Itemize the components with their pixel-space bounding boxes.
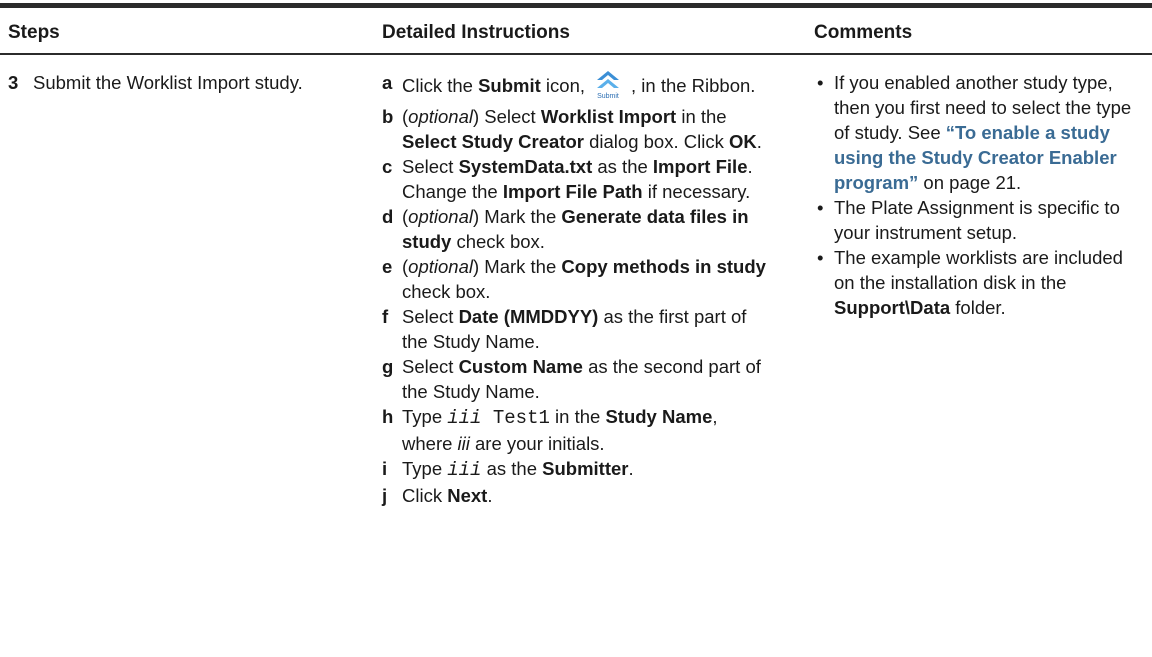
ui-term: Copy methods in study [561,256,766,277]
instruction-letter: d [382,206,394,227]
instruction-text: check box. [402,281,491,302]
comment-text: on page 21. [918,172,1022,193]
instruction-text: . [487,485,493,506]
instruction-i: i Type iii as the Submitter. [382,456,772,483]
step-text: Submit the Worklist Import study. [33,72,303,93]
instruction-letter: e [382,256,393,277]
instruction-text: Select [402,356,459,377]
instruction-text: ) Mark the [472,206,562,227]
placeholder-term: iii [457,433,470,454]
instruction-letter: f [382,306,389,327]
instruction-text: if necessary. [642,181,751,202]
code-placeholder: iii [447,459,482,481]
instruction-letter: a [382,72,393,93]
instruction-text: Click the [402,75,479,96]
ui-term: Submitter [542,458,629,479]
code-text: Test1 [481,407,550,429]
step-number: 3 [8,72,19,93]
ui-term-submit: Submit [478,75,541,96]
ui-term: Select Study Creator [402,131,584,152]
instruction-text: Click [402,485,448,506]
instruction-letter: i [382,458,388,479]
instruction-letter: c [382,156,393,177]
instruction-list: a Click the Submit icon, Submit, in the R… [382,70,772,508]
comment-item: • If you enabled another study type, the… [814,70,1134,195]
comments-list: • If you enabled another study type, the… [814,70,1134,320]
ui-term: Import File Path [502,181,643,202]
instruction-letter: j [382,485,388,506]
instruction-text: are your initials. [469,433,605,454]
ui-term: Study Name [605,406,713,427]
instruction-text: Type [402,406,448,427]
submit-icon-caption: Submit [597,93,619,100]
optional-label: optional [408,106,473,127]
header-steps: Steps [8,22,60,43]
instruction-h: h Type iii Test1 in the Study Name, wher… [382,404,772,456]
optional-label: optional [408,256,473,277]
submit-icon-graphic [597,71,619,88]
instruction-text: dialog box. Click [583,131,729,152]
instruction-letter: b [382,106,394,127]
header-detailed-instructions: Detailed Instructions [382,22,570,43]
instruction-text: as the [481,458,543,479]
instruction-g: g Select Custom Name as the second part … [382,354,772,404]
ui-term: Import File [652,156,748,177]
header-comments: Comments [814,22,913,43]
comment-text: The Plate Assignment is specific to your… [834,197,1120,243]
instruction-j: j Click Next. [382,483,772,508]
instruction-text: in the [549,406,606,427]
instruction-text: in the [676,106,727,127]
instruction-text: ) Select [472,106,541,127]
instruction-c: c Select SystemData.txt as the Import Fi… [382,154,772,204]
instruction-text: icon, [540,75,585,96]
instruction-f: f Select Date (MMDDYY) as the first part… [382,304,772,354]
comment-text: folder. [950,297,1006,318]
ui-term: Date (MMDDYY) [458,306,599,327]
header-rule [0,53,1152,55]
instruction-text: . [756,131,762,152]
instruction-b: b (optional) Select Worklist Import in t… [382,104,772,154]
instruction-d: d (optional) Mark the Generate data file… [382,204,772,254]
instruction-letter: h [382,406,394,427]
optional-label: optional [408,206,473,227]
ui-term: OK [728,131,757,152]
instruction-e: e (optional) Mark the Copy methods in st… [382,254,772,304]
code-placeholder: iii [447,407,482,429]
ui-term: SystemData.txt [458,156,593,177]
ui-term: Custom Name [458,356,583,377]
bullet: • [817,247,824,268]
ui-term: Next [447,485,488,506]
comment-text: The example worklists are included on th… [834,247,1123,293]
instruction-text: ) Mark the [472,256,562,277]
table-top-rule [0,3,1152,8]
ui-term: Worklist Import [540,106,677,127]
instruction-text: . [628,458,634,479]
comment-item: • The Plate Assignment is specific to yo… [814,195,1134,245]
instruction-a: a Click the Submit icon, Submit, in the R… [382,70,772,104]
instruction-text: as the [592,156,653,177]
submit-icon: Submit [591,70,625,104]
instruction-letter: g [382,356,394,377]
comment-item: • The example worklists are included on … [814,245,1134,320]
instruction-text: check box. [451,231,545,252]
instruction-text: , in the Ribbon. [631,75,756,96]
instruction-text: Select [402,306,459,327]
folder-path: Support\Data [834,297,951,318]
instruction-table: Steps Detailed Instructions Comments 3 S… [0,0,1152,657]
bullet: • [817,72,824,93]
instruction-text: Type [402,458,448,479]
bullet: • [817,197,824,218]
instruction-text: Select [402,156,459,177]
